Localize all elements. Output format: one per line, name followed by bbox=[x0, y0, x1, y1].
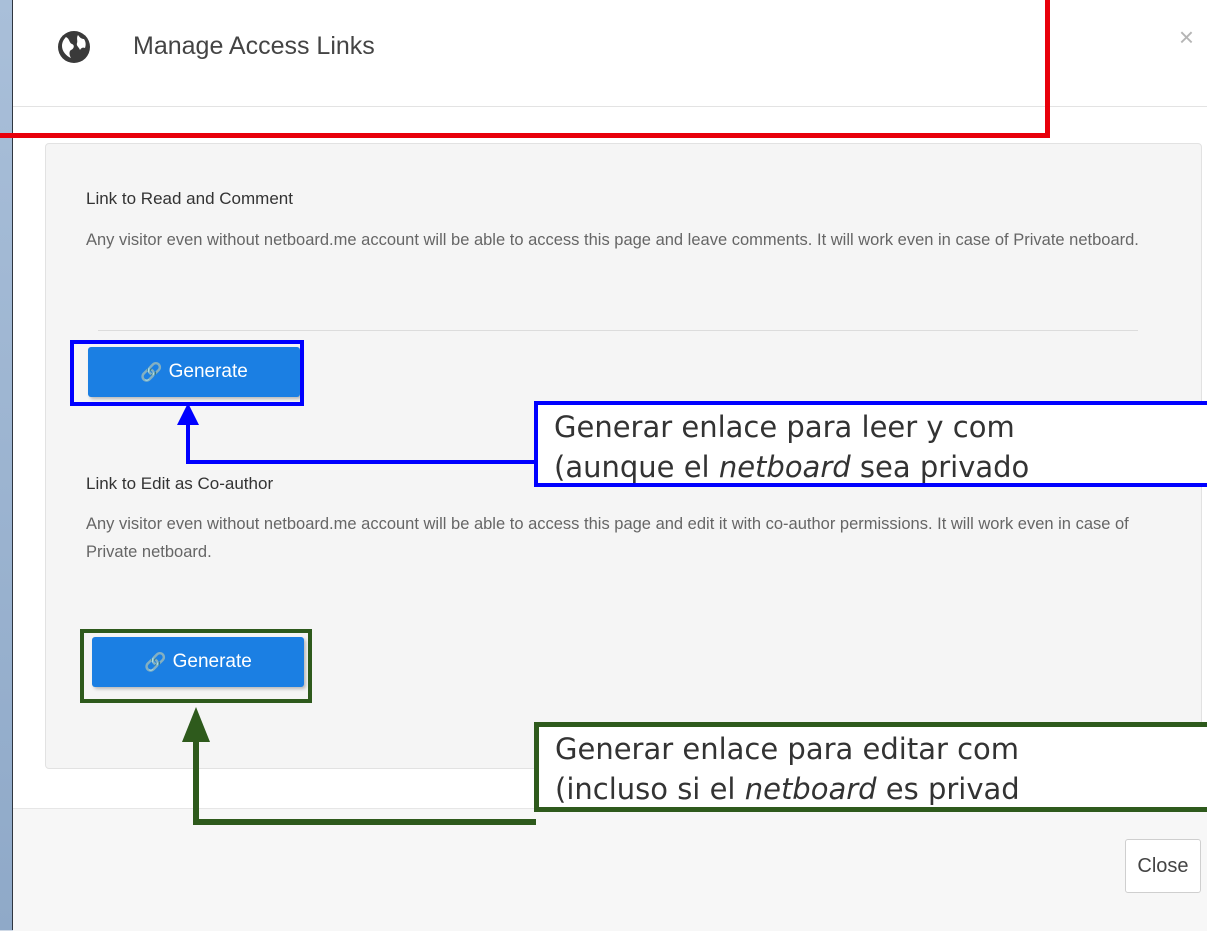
edit-link-annotation: Generar enlace para editar com (incluso … bbox=[534, 722, 1207, 812]
read-annotation-line2: (aunque el netboard sea privado bbox=[554, 450, 1030, 484]
edit-arrow-line bbox=[193, 738, 536, 825]
edit-arrow-head bbox=[182, 707, 210, 742]
edit-annotation-line2: (incluso si el netboard es privad bbox=[555, 772, 1020, 806]
read-link-annotation: Generar enlace para leer y com (aunque e… bbox=[534, 401, 1207, 487]
read-arrow-line bbox=[186, 420, 536, 464]
edit-annotation-line1: Generar enlace para editar com bbox=[555, 732, 1020, 766]
read-annotation-line1: Generar enlace para leer y com bbox=[554, 410, 1015, 444]
read-arrow-head bbox=[177, 403, 199, 425]
